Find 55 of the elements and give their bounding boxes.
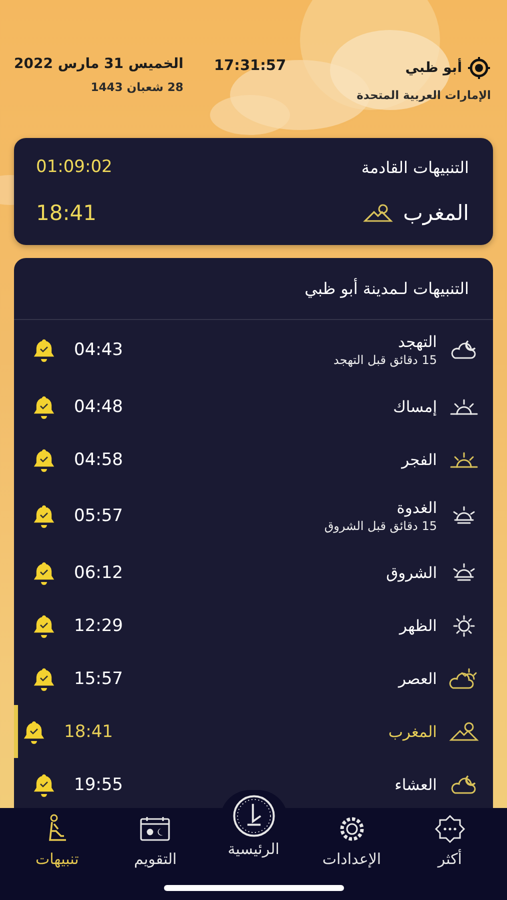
bell-check-icon[interactable] [22, 720, 46, 744]
bell-check-icon[interactable] [32, 338, 56, 362]
tab-item[interactable]: الإعدادات [306, 808, 397, 900]
prayer-name: الفجر [400, 450, 437, 468]
clock-time: 17:31:57 [214, 57, 286, 74]
tab-item[interactable]: تنبيهات [12, 808, 102, 900]
next-alert-title: التنبيهات القادمة [361, 158, 469, 176]
prayer-name: الظهر [398, 616, 437, 634]
prayer-name: العشاء [394, 776, 437, 794]
tab-label: الرئيسية [228, 840, 280, 858]
bell-check-icon[interactable] [32, 666, 56, 690]
prayer-time: 04:58 [74, 450, 123, 470]
prayer-name: التهجد [397, 333, 437, 351]
bell-check-icon[interactable] [32, 560, 56, 584]
location-icon[interactable] [467, 56, 491, 80]
prayer-name: المغرب [387, 722, 437, 740]
prayer-name: الشروق [385, 564, 437, 582]
tab-label: أكثر [438, 850, 462, 868]
prayer-time: 04:48 [74, 396, 123, 416]
prayer-time: 18:41 [36, 201, 97, 225]
more-icon [432, 814, 467, 844]
bell-check-icon[interactable] [32, 504, 56, 528]
prayer-time: 06:12 [74, 562, 123, 582]
prayer-time: 19:55 [74, 774, 123, 794]
tab-label: التقويم [134, 850, 177, 868]
alerts-title: التنبيهات لـمدينة أبو ظبي [304, 279, 469, 298]
bell-check-icon[interactable] [32, 448, 56, 472]
prayer-name: العصر [396, 670, 437, 688]
sun-cloud-icon [449, 666, 479, 690]
bell-check-icon[interactable] [32, 614, 56, 638]
bell-check-icon[interactable] [32, 394, 56, 418]
mountain-sun-icon [363, 201, 394, 225]
prayer-time: 12:29 [74, 616, 123, 636]
mountain-sun-icon [449, 720, 479, 744]
countdown: 01:09:02 [36, 157, 112, 177]
city-name: أبو ظبي [405, 60, 462, 76]
tab-item[interactable]: الرئيسية [208, 794, 299, 874]
tab-item[interactable]: أكثر [404, 808, 495, 900]
prayer-name: إمساك [392, 398, 437, 416]
hijri-date: 28 شعبان 1443 [90, 80, 184, 94]
tab-item[interactable]: التقويم [110, 808, 200, 900]
prayer-time: 15:57 [74, 668, 123, 688]
prayer-name: الغدوة [396, 499, 437, 517]
gregorian-date: الخميس 31 مارس 2022 [14, 56, 184, 72]
calendar-icon [138, 814, 172, 844]
bell-check-icon[interactable] [32, 772, 56, 796]
reminder-note: 15 دقائق قبل التهجد [332, 353, 437, 367]
tab-label: الإعدادات [322, 850, 382, 868]
tab-label: تنبيهات [35, 850, 79, 868]
prayer-name: المغرب [403, 201, 469, 225]
prayer-time: 18:41 [64, 722, 113, 742]
country-name: الإمارات العربية المتحدة [356, 88, 491, 102]
prayer-time: 05:57 [74, 506, 123, 526]
reminder-note: 15 دقائق قبل الشروق [323, 519, 437, 533]
prayer-time: 04:43 [74, 340, 123, 360]
